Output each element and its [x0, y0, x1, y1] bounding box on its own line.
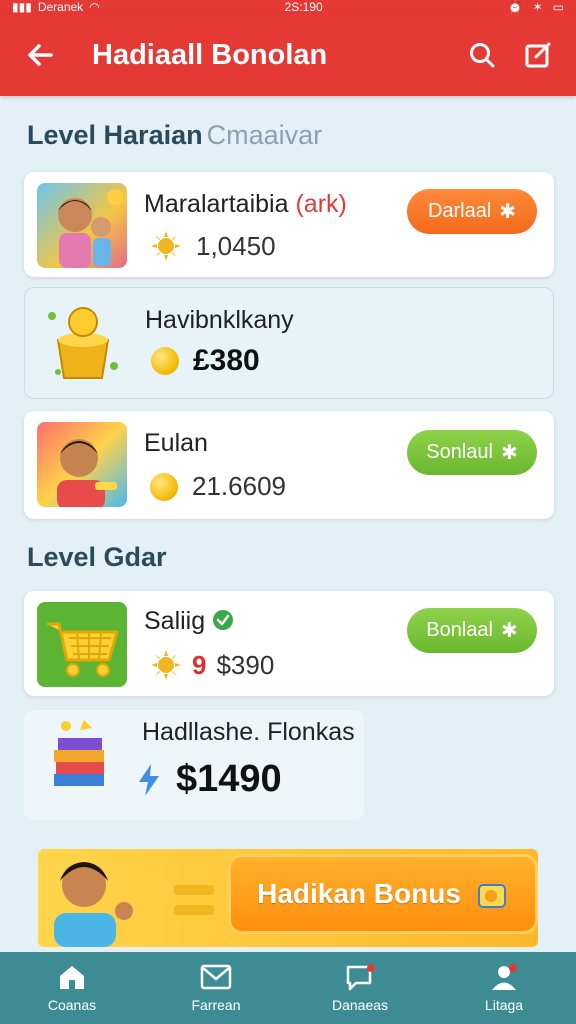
back-arrow-icon[interactable]: [24, 39, 56, 71]
home-icon: [60, 966, 84, 989]
amount-value: 21.6609: [192, 471, 286, 501]
character-thumbnail: [37, 422, 127, 507]
amount-value: £380: [193, 344, 260, 377]
card-amount: 9 $390: [150, 649, 274, 681]
claim-button[interactable]: Darlaal ✱: [407, 189, 537, 234]
amount-value: $1490: [176, 758, 282, 800]
button-label: Hadikan Bonus: [257, 878, 461, 909]
app-bar: Hadiaall Bonolan: [0, 14, 576, 96]
card-amount: £380: [151, 344, 260, 378]
wifi-icon: ◠: [89, 0, 100, 14]
sparkle-icon: ✱: [500, 442, 518, 464]
bonus-cta-button[interactable]: Hadikan Bonus: [228, 854, 538, 934]
section-title-text: Level Gdar: [27, 542, 167, 572]
carrier-label: Deranek: [37, 0, 84, 14]
card-title-text: Maralartaibia: [144, 190, 289, 218]
coin-stack-icon: [174, 885, 214, 915]
bonus-card-1[interactable]: Maralartaibia (ark) 1,0450 Darlaal ✱: [24, 172, 554, 277]
bonus-card-2[interactable]: Havibnklkany £380: [24, 287, 554, 399]
card-title: Eulan: [144, 429, 208, 457]
character-illustration: [54, 862, 133, 947]
edit-icon[interactable]: [522, 39, 554, 71]
character-thumbnail: [37, 183, 127, 268]
cart-thumbnail: [37, 602, 127, 687]
card-title: Havibnklkany: [145, 306, 294, 334]
alarm-icon: ⏰: [507, 0, 523, 14]
nav-label: Farrean: [191, 997, 241, 1013]
search-icon[interactable]: [466, 39, 498, 71]
clock: 2S:190: [284, 0, 323, 14]
page-title: Hadiaall Bonolan: [92, 38, 328, 71]
coin-pot-thumbnail: [38, 300, 128, 385]
profile-icon: [492, 964, 517, 990]
bottom-navigation: Coanas Farrean Danaeas Litaga: [0, 952, 576, 1024]
sparkle-icon: ✱: [499, 201, 517, 223]
bonus-card-3[interactable]: Eulan 21.6609 Sonlaul ✱: [24, 411, 554, 519]
gift-icon: [477, 884, 506, 908]
section-title-1: Level Haraian Cmaaivar: [27, 120, 322, 151]
battery-icon: ▭: [552, 0, 564, 14]
chat-icon: [346, 964, 375, 991]
lightning-icon: [139, 763, 159, 796]
bonus-button[interactable]: Bonlaal ✱: [407, 608, 537, 653]
amount-value: 1,0450: [196, 230, 276, 261]
nav-item-profile[interactable]: Litaga: [432, 952, 576, 1024]
card-amount: 21.6609: [150, 471, 286, 502]
nav-label: Litaga: [484, 997, 524, 1013]
nav-item-home[interactable]: Coanas: [0, 952, 144, 1024]
section-subtitle: Cmaaivar: [206, 120, 323, 150]
card-title: Saliig: [144, 607, 234, 636]
bluetooth-icon: ✶: [532, 0, 543, 14]
book-stack-thumbnail: [44, 716, 134, 801]
signal-icon: ▮▮▮: [12, 0, 32, 14]
card-title: Hadllashe. Flonkas: [142, 718, 355, 746]
button-label: Sonlaul: [426, 441, 493, 463]
bonus-card-4[interactable]: Saliig 9 $390 Bonlaal ✱: [24, 591, 554, 696]
card-title-accent: (ark): [295, 190, 347, 218]
coin-icon: [151, 347, 179, 375]
bonus-card-5[interactable]: Hadllashe. Flonkas $1490: [24, 710, 364, 820]
verified-icon: [213, 610, 234, 630]
sparkle-icon: ✱: [500, 620, 518, 642]
mail-icon: [200, 964, 232, 990]
nav-label: Danaeas: [331, 997, 389, 1013]
status-bar: ▮▮▮ Deranek ◠ 2S:190 ⏰ ✶ ▭: [0, 0, 576, 14]
button-label: Darlaal: [427, 200, 492, 222]
card-title-text: Saliig: [144, 607, 206, 635]
card-title: Maralartaibia (ark): [144, 190, 347, 219]
amount-prefix: 9: [192, 649, 207, 680]
sun-coin-icon: [151, 231, 181, 261]
card-amount: $1490: [136, 758, 282, 801]
button-label: Bonlaal: [426, 619, 493, 641]
card-amount: 1,0450: [150, 230, 276, 262]
section-title-2: Level Gdar: [27, 542, 167, 573]
nav-item-chat[interactable]: Danaeas: [288, 952, 432, 1024]
section-title-text: Level Haraian: [27, 120, 203, 150]
nav-label: Coanas: [47, 997, 97, 1013]
coin-icon: [150, 472, 178, 501]
bonus-button[interactable]: Sonlaul ✱: [407, 430, 537, 475]
sun-coin-icon: [151, 650, 181, 680]
amount-value: $390: [216, 649, 275, 680]
nav-item-mail[interactable]: Farrean: [144, 952, 288, 1024]
